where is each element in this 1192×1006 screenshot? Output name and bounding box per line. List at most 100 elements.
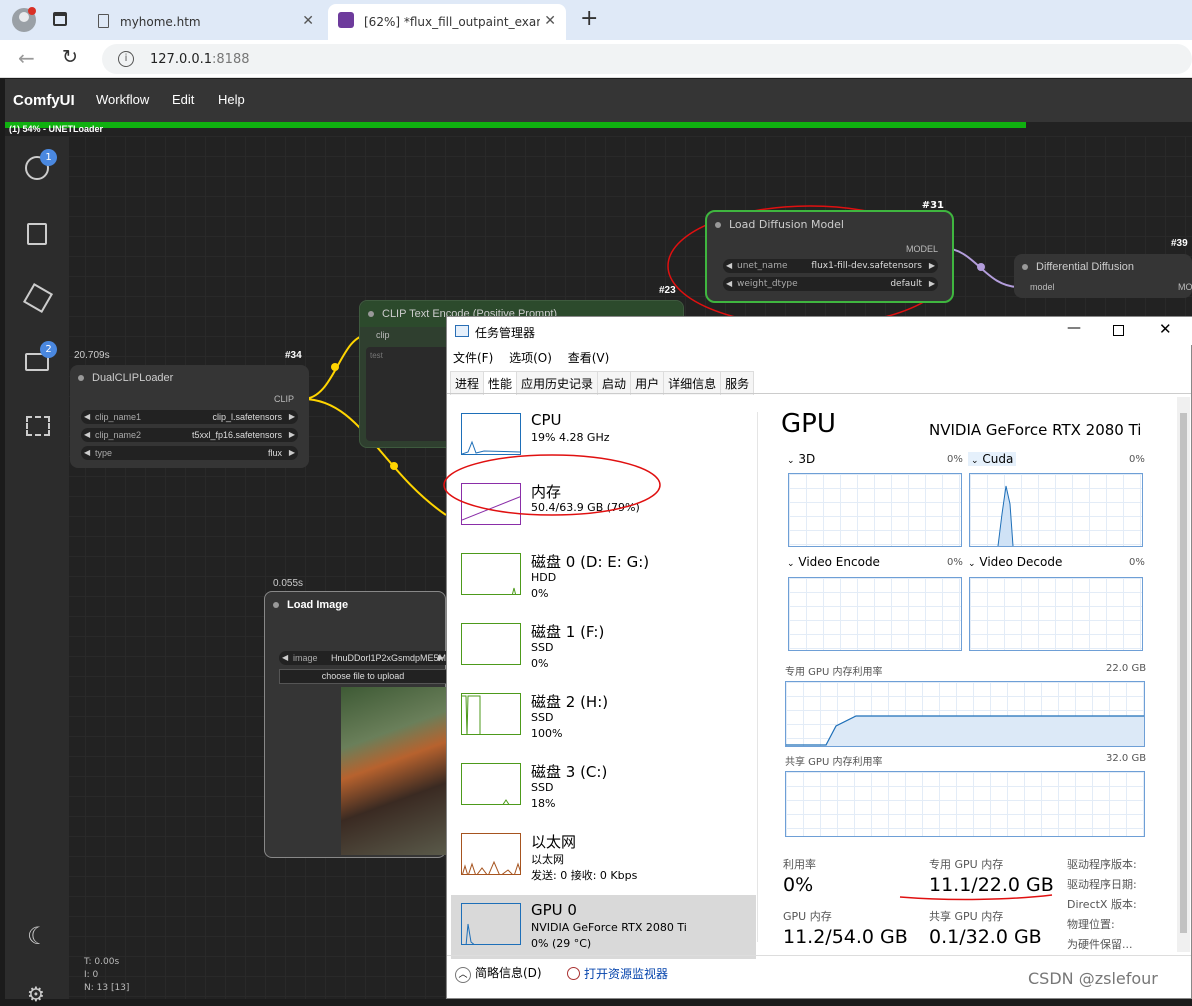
task-manager-window: 任务管理器 — ✕ 文件(F) 选项(O) 查看(V) 进程 性能 应用历史记录 启动… <box>446 316 1192 999</box>
model-library-icon[interactable] <box>22 282 54 314</box>
resource-thumbnail <box>461 553 522 597</box>
graph-stats: T: 0.00s I: 0 N: 13 [13] <box>84 956 129 995</box>
output-model[interactable]: MODEL <box>906 244 938 254</box>
resource-item[interactable]: 磁盘 3 (C:) SSD 18% <box>451 755 756 819</box>
templates-icon[interactable] <box>26 416 50 436</box>
watermark: CSDN @zslefour <box>1028 969 1158 988</box>
prompt-text: test <box>370 351 383 360</box>
engine-3d-label[interactable]: ⌄ 3D <box>787 452 815 466</box>
engine-3d-graph <box>788 473 962 547</box>
dedicated-mem-max: 22.0 GB <box>1106 663 1147 674</box>
engine-cuda-label[interactable]: ⌄ Cuda <box>968 452 1017 466</box>
node-time: 20.709s <box>74 350 110 361</box>
preview-image <box>341 687 447 855</box>
widget-unet-name[interactable]: unet_name flux1-fill-dev.safetensors <box>723 259 938 273</box>
resource-name: 磁盘 3 (C:) <box>531 763 608 781</box>
shared-mem-label: 共享 GPU 内存利用率 <box>785 757 883 768</box>
widget-image[interactable]: image HnuDDorl1P2xGsmdpME5M <box>279 651 447 665</box>
resource-thumbnail <box>461 483 523 525</box>
comfy-sidebar: 1 2 ☾ ⚙ <box>5 136 69 1006</box>
driver-date-label: 驱动程序日期: <box>1067 878 1137 891</box>
tab-services[interactable]: 服务 <box>720 371 755 395</box>
engine-decode-pct: 0% <box>1129 557 1145 568</box>
util-label: 利用率 <box>783 858 816 871</box>
node-time: 0.055s <box>273 578 304 589</box>
engine-encode-graph <box>788 577 962 651</box>
upload-button[interactable]: choose file to upload <box>279 669 447 684</box>
sh-mem-label: 共享 GPU 内存 <box>929 910 1004 923</box>
sh-mem-value: 0.1/32.0 GB <box>929 926 1042 948</box>
resource-item[interactable]: 磁盘 0 (D: E: G:) HDD 0% <box>451 545 756 609</box>
resource-detail: NVIDIA GeForce RTX 2080 Ti <box>531 921 687 934</box>
fewer-details-button[interactable]: ︿ 简略信息(D) <box>455 964 542 983</box>
minimize-icon[interactable]: — <box>1067 320 1081 336</box>
resource-name: GPU 0 <box>531 901 577 919</box>
resource-item[interactable]: CPU 19% 4.28 GHz <box>451 405 756 469</box>
tab-performance[interactable]: 性能 <box>483 371 518 395</box>
node-load-image[interactable]: 0.055s Load Image image HnuDDorl1P2xGsmd… <box>264 578 447 858</box>
tab-startup[interactable]: 启动 <box>597 371 632 395</box>
input-model[interactable]: model <box>1030 282 1055 292</box>
resource-detail: 以太网 <box>531 853 564 866</box>
maximize-icon[interactable] <box>1113 325 1124 336</box>
ded-mem-value: 11.1/22.0 GB <box>929 874 1054 896</box>
widget-clip-name1[interactable]: clip_name1 clip_l.safetensors <box>81 410 298 424</box>
tab-users[interactable]: 用户 <box>630 371 665 395</box>
resource-thumbnail <box>461 903 522 947</box>
resource-item[interactable]: 以太网 以太网 发送: 0 接收: 0 Kbps <box>451 825 756 889</box>
node-differential-diffusion[interactable]: #39 Differential Diffusion model MO <box>1014 238 1192 298</box>
shared-mem-graph <box>785 771 1145 837</box>
resource-detail: HDD <box>531 571 557 584</box>
chevron-down-icon: ⌄ <box>787 456 795 466</box>
engine-encode-label[interactable]: ⌄ Video Encode <box>787 555 880 569</box>
engine-decode-graph <box>969 577 1143 651</box>
node-id: #34 <box>285 350 302 361</box>
settings-gear-icon[interactable]: ⚙ <box>27 982 45 1006</box>
widget-type[interactable]: type flux <box>81 446 298 460</box>
node-id: #31 <box>921 200 944 211</box>
stat-time: T: 0.00s <box>84 957 120 967</box>
node-dualcliploader[interactable]: 20.709s #34 DualCLIPLoader CLIP clip_nam… <box>70 350 309 468</box>
menu-file[interactable]: 文件(F) <box>453 351 493 365</box>
output-clip[interactable]: CLIP <box>274 394 294 404</box>
node-title: DualCLIPLoader <box>70 365 309 391</box>
node-title: Differential Diffusion <box>1014 254 1192 280</box>
engine-cuda-pct: 0% <box>1129 454 1145 465</box>
input-clip[interactable]: clip <box>376 330 390 340</box>
gpu-heading: GPU <box>781 409 836 439</box>
hw-reserved-label: 为硬件保留... <box>1067 938 1133 951</box>
tm-title: 任务管理器 <box>475 326 536 340</box>
resource-thumbnail <box>461 693 522 737</box>
node-library-icon[interactable] <box>27 223 47 245</box>
resource-value: 发送: 0 接收: 0 Kbps <box>531 869 638 882</box>
resource-item[interactable]: 磁盘 2 (H:) SSD 100% <box>451 685 756 749</box>
menu-options[interactable]: 选项(O) <box>509 351 552 365</box>
tab-app-history[interactable]: 应用历史记录 <box>516 371 599 395</box>
widget-clip-name2[interactable]: clip_name2 t5xxl_fp16.safetensors <box>81 428 298 442</box>
tm-tabs: 进程 性能 应用历史记录 启动 用户 详细信息 服务 <box>450 371 755 395</box>
engine-decode-label[interactable]: ⌄ Video Decode <box>968 555 1062 569</box>
menu-view[interactable]: 查看(V) <box>568 351 610 365</box>
resource-name: 以太网 <box>531 833 577 851</box>
tab-processes[interactable]: 进程 <box>450 371 485 395</box>
tab-details[interactable]: 详细信息 <box>663 371 722 395</box>
chevron-up-icon: ︿ <box>455 967 471 983</box>
close-icon[interactable]: ✕ <box>1159 320 1172 338</box>
scrollbar[interactable] <box>1177 397 1190 952</box>
gpu-mem-label: GPU 内存 <box>783 910 832 923</box>
resource-item[interactable]: 内存 50.4/63.9 GB (79%) <box>451 475 756 539</box>
resource-thumbnail <box>461 763 522 807</box>
resource-item[interactable]: GPU 0 NVIDIA GeForce RTX 2080 Ti 0% (29 °C… <box>451 895 756 959</box>
resource-thumbnail <box>461 833 523 878</box>
node-load-diffusion[interactable]: #31 Load Diffusion Model MODEL unet_name… <box>705 200 954 303</box>
open-resource-monitor-link[interactable]: 打开资源监视器 <box>567 965 668 982</box>
resource-item[interactable]: 磁盘 1 (F:) SSD 0% <box>451 615 756 679</box>
widget-weight-dtype[interactable]: weight_dtype default <box>723 277 938 291</box>
chevron-down-icon: ⌄ <box>971 456 979 466</box>
stat-nodes: N: 13 [13] <box>84 983 130 993</box>
physical-location-label: 物理位置: <box>1067 918 1115 931</box>
output-model[interactable]: MO <box>1178 282 1192 292</box>
theme-moon-icon[interactable]: ☾ <box>27 922 49 950</box>
shared-mem-max: 32.0 GB <box>1106 753 1147 764</box>
stat-i: I: 0 <box>84 970 99 980</box>
